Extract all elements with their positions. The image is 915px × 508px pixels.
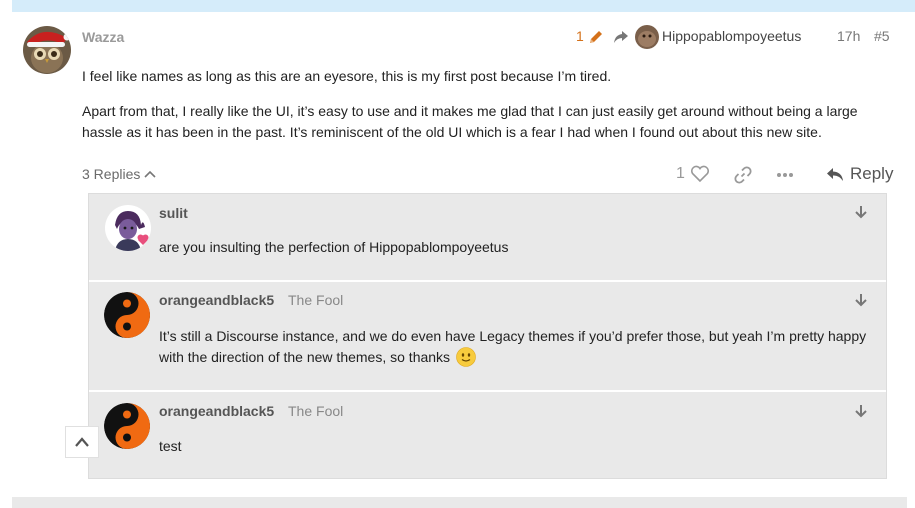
arrow-down-icon[interactable] [854, 404, 868, 418]
reply-button-label: Reply [850, 164, 894, 183]
replies-count-label: 3 Replies [82, 166, 141, 182]
bottom-strip [12, 497, 907, 508]
reply-text: are you insulting the perfection of Hipp… [159, 239, 509, 255]
post-paragraph: I feel like names as long as this are an… [82, 68, 612, 84]
edit-count[interactable]: 1 [576, 28, 584, 44]
reply-button[interactable]: Reply [826, 164, 893, 184]
reply-divider [89, 390, 886, 392]
author-avatar[interactable] [23, 26, 71, 74]
reply-avatar-orangeandblack5[interactable] [104, 403, 150, 449]
arrow-down-icon[interactable] [854, 293, 868, 307]
slight-smile-emoji [456, 347, 476, 367]
top-strip [12, 0, 915, 12]
chevron-up-icon [75, 437, 89, 447]
reply-avatar-sulit[interactable] [105, 205, 151, 251]
reply-username[interactable]: sulit [159, 205, 188, 221]
post-time[interactable]: 17h [837, 28, 860, 44]
ellipsis-icon[interactable] [776, 172, 794, 178]
like-count[interactable]: 1 [676, 165, 685, 183]
reply-to-avatar[interactable] [635, 25, 659, 49]
chevron-up-icon [144, 170, 156, 178]
reply-text: It’s still a Discourse instance, and we … [159, 326, 869, 368]
scroll-to-top-button[interactable] [65, 426, 99, 458]
heart-icon[interactable] [690, 165, 710, 183]
share-arrow-icon [614, 31, 628, 43]
reply-username[interactable]: orangeandblack5 [159, 403, 274, 419]
replies-toggle-button[interactable]: 3 Replies [82, 166, 156, 182]
reply-divider [89, 280, 886, 282]
pencil-icon[interactable] [588, 29, 604, 45]
author-username[interactable]: Wazza [82, 29, 124, 45]
reply-avatar-orangeandblack5[interactable] [104, 292, 150, 338]
replies-thread: sulit are you insulting the perfection o… [88, 193, 887, 479]
reply-text: test [159, 438, 182, 454]
reply-icon [827, 167, 843, 181]
reply-username[interactable]: orangeandblack5 [159, 292, 274, 308]
reply-to-username[interactable]: Hippopablompoyeetus [662, 28, 801, 44]
post-number[interactable]: #5 [874, 28, 890, 44]
link-icon[interactable] [734, 166, 752, 184]
arrow-down-icon[interactable] [854, 205, 868, 219]
user-title: The Fool [288, 292, 344, 308]
post-paragraph: Apart from that, I really like the UI, i… [82, 103, 858, 140]
user-title: The Fool [288, 403, 344, 419]
reply-text-content: It’s still a Discourse instance, and we … [159, 328, 867, 365]
